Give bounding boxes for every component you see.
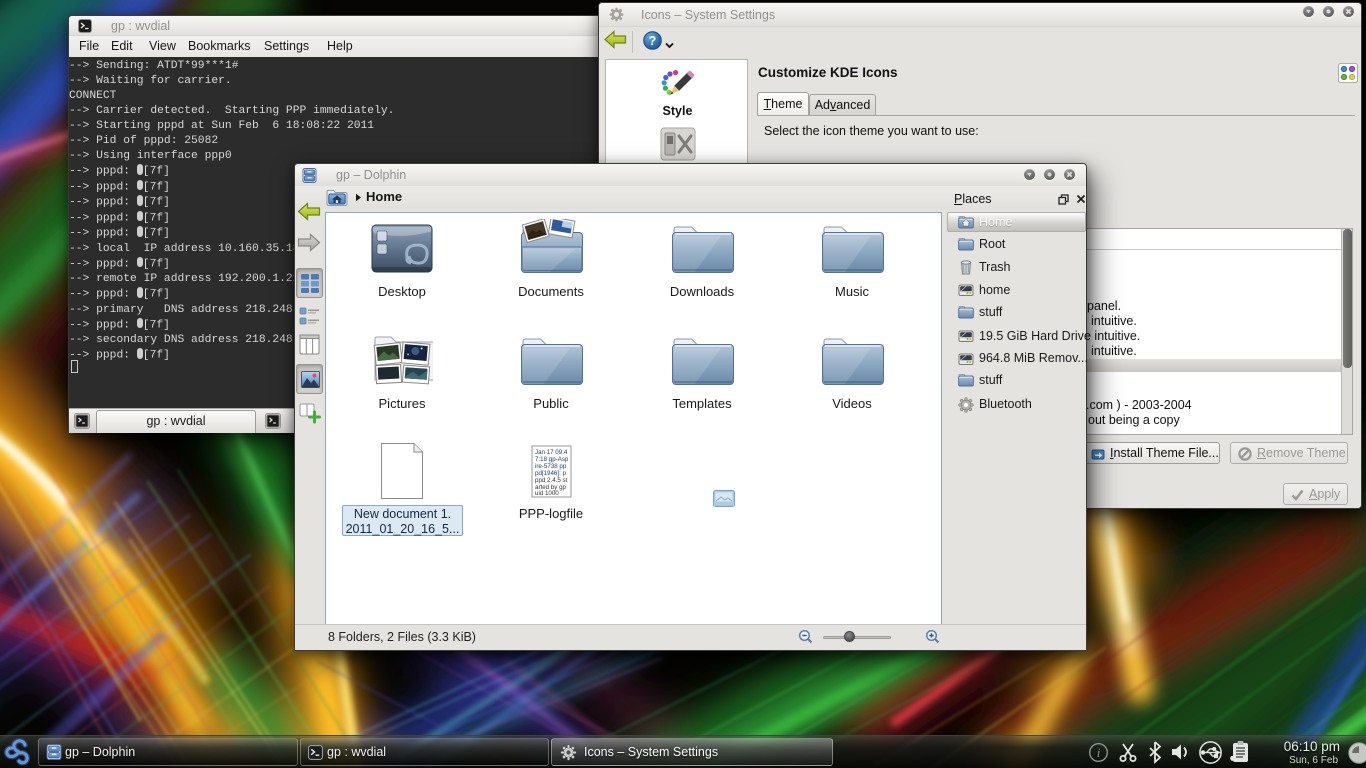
svg-text:Jan 17 09:4: Jan 17 09:4	[535, 449, 568, 456]
svg-text:i: i	[1097, 745, 1101, 760]
svg-text:7:18 gp-Asp: 7:18 gp-Asp	[535, 456, 569, 463]
svg-text:?: ?	[649, 34, 657, 48]
svg-text:ppd 2.4.5 st: ppd 2.4.5 st	[535, 477, 568, 484]
svg-text:ire-5738 pp: ire-5738 pp	[535, 463, 567, 470]
svg-text:uid 1000: uid 1000	[535, 490, 559, 497]
svg-text:pd[1946]: p: pd[1946]: p	[535, 470, 567, 477]
